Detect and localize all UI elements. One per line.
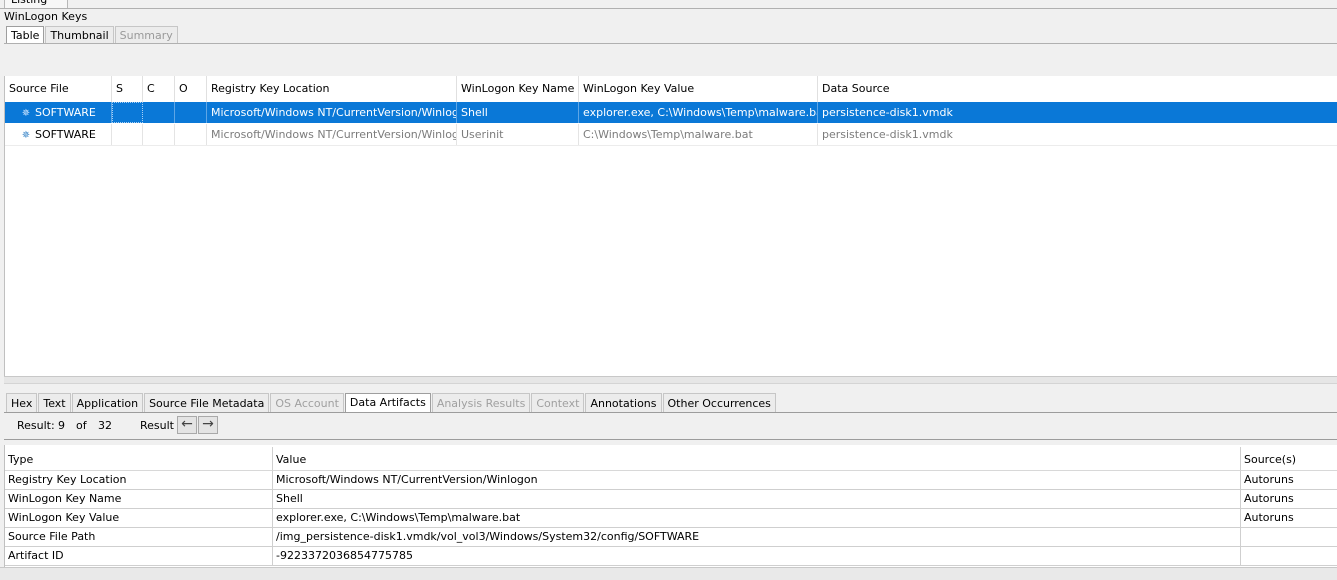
cell-type: Source File Path — [5, 528, 273, 547]
cell-value: /img_persistence-disk1.vmdk/vol_vol3/Win… — [273, 528, 1241, 547]
listing-tab[interactable]: Listing — [4, 0, 68, 8]
cell-data-source: persistence-disk1.vmdk — [822, 106, 953, 119]
result-label: Result: — [17, 419, 55, 432]
artifact-attributes-table: Type Value Source(s) Registry Key Locati… — [4, 445, 1337, 567]
results-table: Source File S C O Registry Key Location … — [4, 76, 1337, 376]
table-header: Source File S C O Registry Key Location … — [5, 76, 1337, 103]
previous-result-button[interactable]: ← — [177, 416, 197, 434]
tab-analysis-results: Analysis Results — [431, 393, 531, 412]
column-header-key-name[interactable]: WinLogon Key Name — [457, 76, 579, 102]
next-result-button[interactable]: → — [198, 416, 218, 434]
cell-data-source: persistence-disk1.vmdk — [822, 128, 953, 141]
cell-o — [175, 124, 207, 145]
column-header-source-file[interactable]: Source File — [5, 76, 112, 102]
cell-key-name: Shell — [457, 102, 579, 123]
cell-sources: Autoruns — [1241, 471, 1337, 490]
tab-os-account: OS Account — [270, 393, 344, 412]
cell-sources: Autoruns — [1241, 509, 1337, 528]
artifact-table-header: Type Value Source(s) — [5, 447, 1337, 471]
cell-s — [112, 124, 143, 145]
result-current: 9 — [58, 419, 65, 432]
result-total: 32 — [98, 419, 112, 432]
cell-source-file: ✵ SOFTWARE — [5, 124, 112, 145]
panel-title: WinLogon Keys — [4, 10, 88, 23]
table-row[interactable]: ✵ SOFTWARE Microsoft/Windows NT/CurrentVe… — [5, 124, 1337, 146]
cell-type: WinLogon Key Value — [5, 509, 273, 528]
tab-context: Context — [531, 393, 585, 412]
cell-s — [112, 102, 143, 123]
toolbar-band — [4, 44, 1337, 76]
column-header-type[interactable]: Type — [5, 447, 273, 471]
column-header-c[interactable]: C — [143, 76, 175, 102]
table-row[interactable]: WinLogon Key Value explorer.exe, C:\Wind… — [5, 509, 1337, 528]
registry-file-icon: ✵ — [21, 130, 31, 141]
table-row[interactable]: ✵ SOFTWARE Microsoft/Windows NT/CurrentVe… — [5, 102, 1337, 123]
tab-other-occurrences[interactable]: Other Occurrences — [662, 393, 776, 412]
column-header-key-value[interactable]: WinLogon Key Value — [579, 76, 818, 102]
viewer-tabs: Table Thumbnail Summary — [6, 26, 179, 44]
cell-c — [143, 102, 175, 123]
cell-type: Registry Key Location — [5, 471, 273, 490]
tab-application[interactable]: Application — [71, 393, 144, 412]
table-row[interactable]: WinLogon Key Name Shell Autoruns — [5, 490, 1337, 509]
tab-annotations[interactable]: Annotations — [585, 393, 662, 412]
column-header-value[interactable]: Value — [273, 447, 1241, 471]
tab-hex[interactable]: Hex — [6, 393, 38, 412]
content-viewer-tabs: Hex Text Application Source File Metadat… — [6, 393, 777, 413]
divider — [4, 439, 1337, 440]
tab-thumbnail[interactable]: Thumbnail — [45, 26, 114, 43]
column-header-registry-key-location[interactable]: Registry Key Location — [207, 76, 457, 102]
cell-key-name: Userinit — [457, 124, 579, 145]
tab-text[interactable]: Text — [38, 393, 71, 412]
cell-key-value: explorer.exe, C:\Windows\Temp\malware.ba… — [579, 102, 818, 123]
cell-sources — [1241, 547, 1337, 566]
table-row[interactable]: Registry Key Location Microsoft/Windows … — [5, 471, 1337, 490]
tab-source-file-metadata[interactable]: Source File Metadata — [144, 393, 270, 412]
horizontal-scrollbar[interactable] — [0, 567, 1337, 580]
cell-key-value: C:\Windows\Temp\malware.bat — [579, 124, 818, 145]
column-header-sources[interactable]: Source(s) — [1241, 447, 1337, 471]
column-header-s[interactable]: S — [112, 76, 143, 102]
result-word-label: Result — [140, 419, 174, 432]
cell-value: -9223372036854775785 — [273, 547, 1241, 566]
registry-file-icon: ✵ — [21, 108, 31, 119]
arrow-left-icon: ← — [181, 416, 193, 432]
pane-splitter[interactable] — [4, 376, 1337, 384]
cell-sources — [1241, 528, 1337, 547]
cell-source-file: ✵ SOFTWARE — [5, 102, 112, 123]
arrow-right-icon: → — [202, 416, 214, 432]
cell-registry-key-location: Microsoft/Windows NT/CurrentVersion/Winl… — [207, 124, 457, 145]
column-header-o[interactable]: O — [175, 76, 207, 102]
cell-type: Artifact ID — [5, 547, 273, 566]
column-header-data-source[interactable]: Data Source — [818, 76, 1337, 102]
cell-value: Shell — [273, 490, 1241, 509]
cell-sources: Autoruns — [1241, 490, 1337, 509]
table-row[interactable]: Source File Path /img_persistence-disk1.… — [5, 528, 1337, 547]
tab-table[interactable]: Table — [6, 26, 45, 44]
tab-data-artifacts[interactable]: Data Artifacts — [344, 393, 431, 413]
tab-summary: Summary — [114, 26, 178, 43]
cell-type: WinLogon Key Name — [5, 490, 273, 509]
cell-registry-key-location: Microsoft/Windows NT/CurrentVersion/Winl… — [207, 102, 457, 123]
cell-o — [175, 102, 207, 123]
cell-value: explorer.exe, C:\Windows\Temp\malware.ba… — [273, 509, 1241, 528]
divider — [0, 8, 1337, 9]
cell-c — [143, 124, 175, 145]
table-row[interactable]: Artifact ID -9223372036854775785 — [5, 547, 1337, 566]
cell-value: Microsoft/Windows NT/CurrentVersion/Winl… — [273, 471, 1241, 490]
result-of-label: of — [76, 419, 87, 432]
